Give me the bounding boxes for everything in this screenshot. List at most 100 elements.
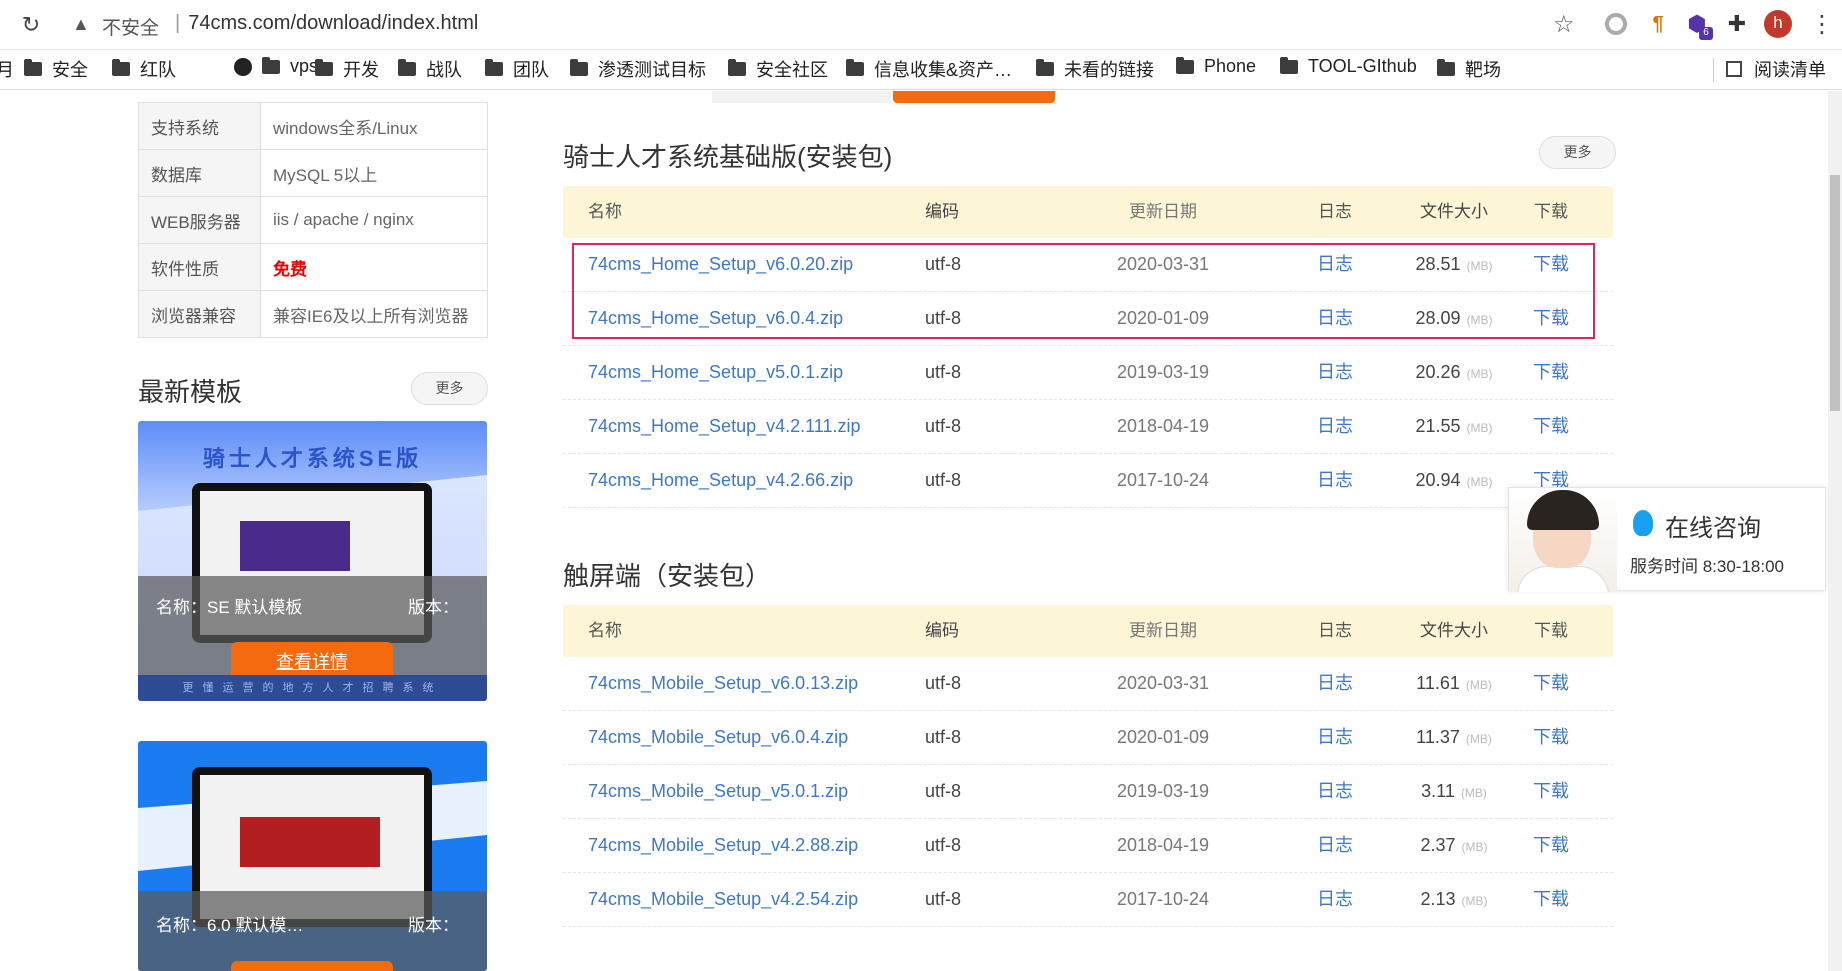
template-footer: 更懂运营的地方人才招聘系统 [138,675,487,701]
log-link[interactable]: 日志 [1315,346,1355,399]
column-header-dl: 下载 [1534,621,1568,640]
date-cell: 2018-04-19 [1116,416,1210,436]
info-value: iis / apache / nginx [260,196,488,244]
download-link[interactable]: 下载 [1531,765,1571,818]
bookmark-item[interactable]: 红队 [112,56,176,82]
file-name-link[interactable]: 74cms_Home_Setup_v5.0.1.zip [588,346,843,399]
scroll-thumb[interactable] [1830,175,1840,411]
table-row: 74cms_Home_Setup_v5.0.1.zip utf-8 2019-03-… [563,346,1613,400]
bookmark-item[interactable]: vps [234,56,318,77]
bookmark-item[interactable]: 安全 [24,56,88,82]
template-card-60[interactable]: 名称：6.0 默认模… 版本： [138,741,487,971]
mobile-download-table: 名称 编码 更新日期 日志 文件大小 下载 74cms_Mobile_Setup_v6.0.… [563,605,1613,927]
encoding-cell: utf-8 [925,362,962,382]
file-name-link[interactable]: 74cms_Home_Setup_v4.2.111.zip [588,400,861,453]
extension-hexagon-icon[interactable]: ⬢ 6 [1684,11,1713,40]
online-consult-widget[interactable]: 在线咨询 服务时间 8:30-18:00 [1508,487,1826,592]
log-link[interactable]: 日志 [1315,400,1355,453]
table-row: 74cms_Mobile_Setup_v6.0.13.zip utf-8 2020-… [563,657,1613,711]
reload-icon[interactable]: ↻ [18,12,44,38]
bookmark-item[interactable]: TOOL-GIthub [1280,56,1417,77]
folder-icon [24,59,42,76]
agent-photo [1509,488,1617,592]
size-unit: (MB) [1465,732,1492,746]
bookmark-item[interactable]: Phone [1176,56,1256,77]
file-name-link[interactable]: 74cms_Mobile_Setup_v4.2.88.zip [588,819,858,872]
column-header-dl: 下载 [1534,202,1568,221]
size-value: 11.37 [1416,727,1460,747]
column-header-size: 文件大小 [1420,202,1488,221]
log-link[interactable]: 日志 [1315,873,1355,926]
mobile-section-title: 触屏端（安装包） [563,561,772,591]
reading-list-label: 阅读清单 [1754,60,1826,80]
insecure-label[interactable]: 不安全 [102,13,159,40]
reading-list-button[interactable]: 阅读清单 [1726,56,1826,82]
address-bar[interactable]: | 74cms.com/download/index.html [175,12,478,35]
download-link[interactable]: 下载 [1531,346,1571,399]
file-name-link[interactable]: 74cms_Home_Setup_v4.2.66.zip [588,454,853,507]
size-cell: 20.26 (MB) [1399,346,1509,401]
file-name-link[interactable]: 74cms_Mobile_Setup_v6.0.13.zip [588,657,858,710]
download-link[interactable]: 下载 [1531,819,1571,872]
encoding-cell: utf-8 [925,470,962,490]
log-link[interactable]: 日志 [1315,819,1355,872]
home-section-title: 骑士人才系统基础版(安装包) [563,142,893,172]
table-row: 74cms_Home_Setup_v4.2.66.zip utf-8 2017-10… [563,454,1613,508]
column-header-name: 名称 [588,621,622,640]
bookmark-star-icon[interactable]: ☆ [1553,10,1575,39]
file-name-link[interactable]: 74cms_Mobile_Setup_v4.2.54.zip [588,873,858,926]
menu-dots-icon[interactable]: ⋮ [1810,10,1834,39]
encoding-cell: utf-8 [925,835,962,855]
file-name-link[interactable]: 74cms_Mobile_Setup_v6.0.4.zip [588,711,848,764]
download-link[interactable]: 下载 [1531,711,1571,764]
table-row: 74cms_Mobile_Setup_v6.0.4.zip utf-8 2020-0… [563,711,1613,765]
extension-paragraph-icon[interactable]: ¶ [1645,11,1671,37]
profile-avatar[interactable]: h [1764,10,1792,38]
reading-list-icon [1726,61,1742,77]
info-key: 数据库 [138,149,261,197]
bookmark-item[interactable]: 渗透测试目标 [570,56,706,82]
log-link[interactable]: 日志 [1315,454,1355,507]
bookmarks-divider [1713,58,1714,82]
bookmark-item[interactable]: 团队 [485,56,549,82]
info-value: 免费 [260,243,488,291]
warning-icon: ▲ [72,14,90,34]
folder-icon [1280,56,1298,74]
view-detail-button[interactable] [231,961,393,971]
extension-circle-icon[interactable] [1605,13,1627,35]
download-link[interactable]: 下载 [1531,873,1571,926]
template-card-se[interactable]: 骑士人才系统SE版 名称：SE 默认模板 版本： 查看详情 更懂运营的地方人才招… [138,421,487,701]
date-cell: 2020-03-31 [1116,673,1210,693]
bookmark-label: 信息收集&资产… [874,60,1013,80]
bookmark-item[interactable]: 安全社区 [728,56,828,82]
download-link[interactable]: 下载 [1531,657,1571,710]
date-cell: 2018-04-19 [1116,835,1210,855]
bookmark-item[interactable]: 未看的链接 [1036,56,1154,82]
info-row: 数据库 MySQL 5以上 [138,149,488,197]
bookmark-item[interactable]: 开发 [315,56,379,82]
log-link[interactable]: 日志 [1315,657,1355,710]
info-row: 支持系统 windows全系/Linux [138,102,488,150]
file-name-link[interactable]: 74cms_Mobile_Setup_v5.0.1.zip [588,765,848,818]
bookmark-item[interactable]: 信息收集&资产… [846,56,1012,82]
extensions-puzzle-icon[interactable]: ✚ [1724,11,1750,37]
download-link[interactable]: 下载 [1531,400,1571,453]
log-link[interactable]: 日志 [1315,711,1355,764]
tab-inactive[interactable] [712,91,891,103]
folder-icon [398,59,416,76]
bookmark-item[interactable]: 靶场 [1437,56,1501,82]
log-link[interactable]: 日志 [1315,765,1355,818]
tab-active[interactable] [893,91,1055,103]
url-separator: | [175,12,181,34]
info-key: 浏览器兼容 [138,290,261,338]
templates-more-button[interactable]: 更多 [411,372,488,405]
size-cell: 21.55 (MB) [1399,400,1509,455]
info-key: WEB服务器 [138,196,261,244]
encoding-cell: utf-8 [925,727,962,747]
home-more-button[interactable]: 更多 [1539,136,1616,169]
page-scrollbar[interactable] [1828,91,1842,971]
folder-icon [262,56,280,74]
bookmark-item[interactable]: 战队 [398,56,462,82]
encoding-cell: utf-8 [925,416,962,436]
template-version: 版本： [408,598,459,617]
